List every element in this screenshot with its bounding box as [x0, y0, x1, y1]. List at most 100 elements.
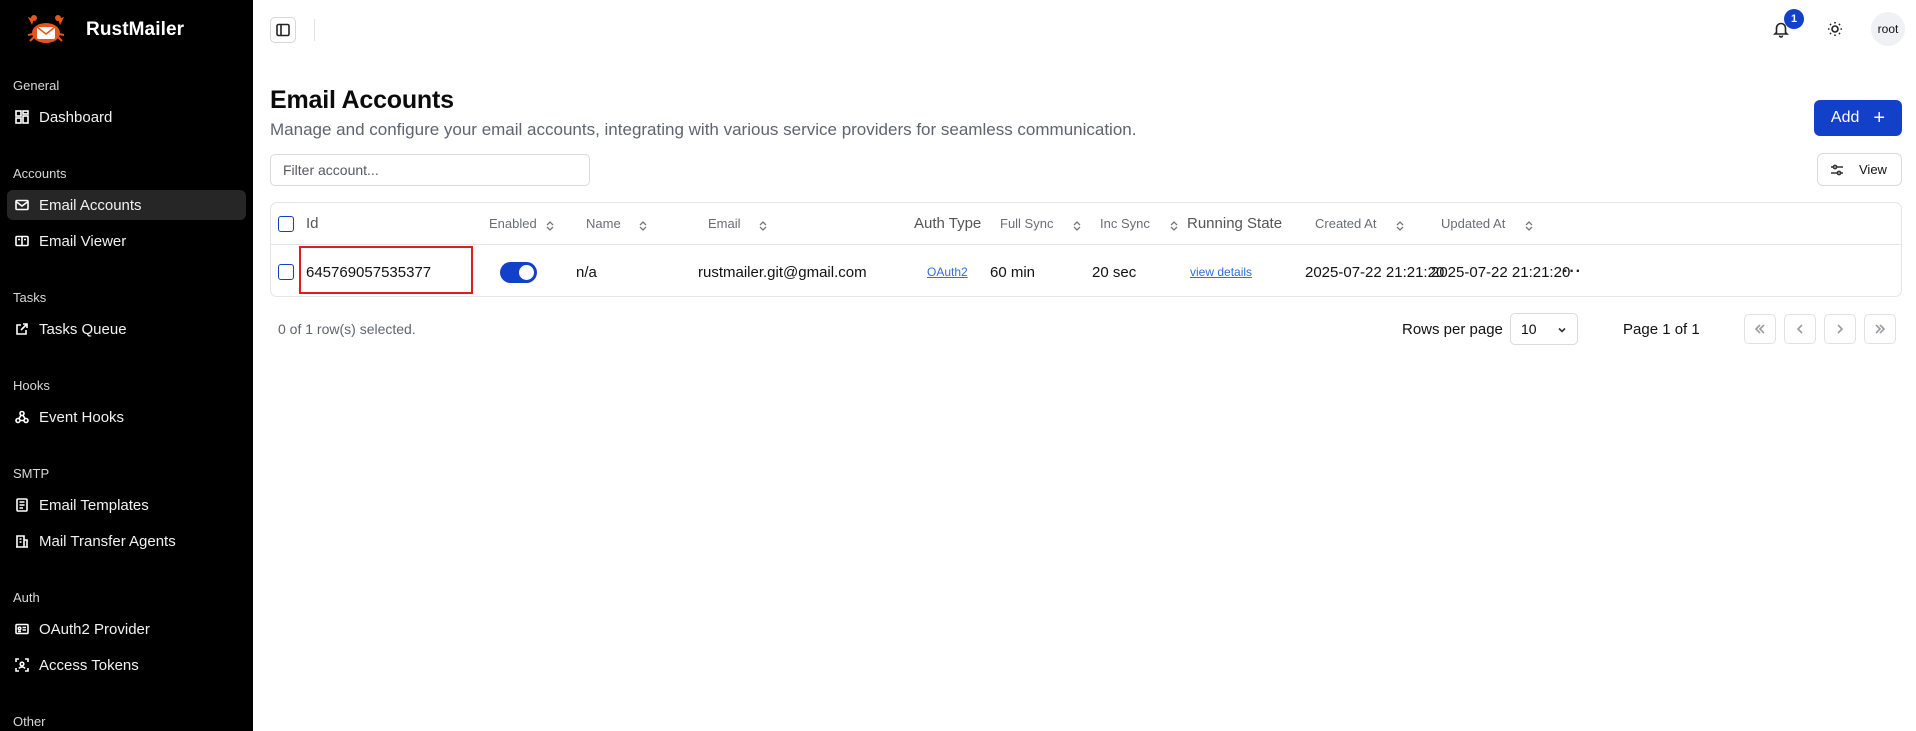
nav-heading: Tasks: [13, 290, 47, 305]
enabled-toggle[interactable]: [500, 246, 537, 296]
sort-icon: [1073, 219, 1081, 231]
sidebar-item-tasks-queue[interactable]: Tasks Queue: [7, 314, 246, 344]
row-actions-more-icon[interactable]: ···: [1563, 246, 1582, 296]
sidebar-item-email-accounts[interactable]: Email Accounts: [7, 190, 246, 220]
column-label: Enabled: [489, 216, 537, 231]
previous-page-button[interactable]: [1784, 314, 1816, 344]
chevrons-left-icon: [1754, 324, 1765, 334]
last-page-button[interactable]: [1864, 314, 1896, 344]
column-header-id[interactable]: Id: [306, 203, 319, 244]
nav-section-tasks: Tasks Tasks Queue: [0, 288, 253, 344]
column-header-created-at[interactable]: Created At: [1315, 203, 1404, 244]
column-header-name[interactable]: Name: [586, 203, 647, 244]
page-info: Page 1 of 1: [1623, 321, 1700, 338]
sidebar-item-oauth2-provider[interactable]: OAuth2 Provider: [7, 614, 246, 644]
first-page-button[interactable]: [1744, 314, 1776, 344]
sort-icon: [1396, 219, 1404, 231]
nav-heading: General: [13, 78, 60, 93]
created-at-value: 2025-07-22 21:21:20: [1305, 263, 1445, 281]
selected-count: 0 of 1 row(s) selected.: [278, 321, 416, 337]
running-state-link[interactable]: view details: [1190, 246, 1252, 296]
chevron-right-icon: [1837, 324, 1844, 334]
column-label: Inc Sync: [1100, 216, 1150, 231]
row-checkbox[interactable]: [278, 246, 294, 296]
inc-sync-value: 20 sec: [1092, 263, 1137, 281]
page-title: Email Accounts: [270, 86, 454, 114]
sidebar-item-mail-transfer-agents[interactable]: Mail Transfer Agents: [7, 526, 246, 556]
chevron-down-icon: [1558, 327, 1566, 333]
add-account-button[interactable]: Add +: [1814, 100, 1902, 136]
nav-section-hooks: Hooks Event Hooks: [0, 376, 253, 432]
sidebar-item-label: Email Viewer: [39, 232, 127, 250]
sidebar-item-event-hooks[interactable]: Event Hooks: [7, 402, 246, 432]
column-header-email[interactable]: Email: [708, 203, 767, 244]
column-label: Updated At: [1441, 216, 1506, 231]
nav-section-smtp: SMTP Email Templates Mail Transfer Agent…: [0, 464, 253, 556]
webhook-icon: [15, 410, 29, 424]
nav-heading: SMTP: [13, 466, 50, 481]
accounts-table: Id Enabled Name Email Auth Type Full Syn…: [270, 202, 1902, 297]
building-icon: [15, 534, 29, 548]
view-button-label: View: [1859, 162, 1887, 177]
table-header: Id Enabled Name Email Auth Type Full Syn…: [271, 203, 1901, 245]
rustmailer-logo-icon: [27, 15, 65, 43]
next-page-button[interactable]: [1824, 314, 1856, 344]
sidebar-item-label: Event Hooks: [39, 408, 125, 426]
sliders-icon: [1831, 164, 1843, 175]
column-label: Full Sync: [1000, 216, 1054, 231]
account-id[interactable]: 645769057535377: [306, 246, 431, 296]
sidebar-item-dashboard[interactable]: Dashboard: [7, 102, 246, 132]
nav-section-general: General Dashboard: [0, 76, 253, 132]
add-button-label: Add: [1830, 109, 1860, 126]
page-subtitle: Manage and configure your email accounts…: [270, 120, 1137, 139]
sidebar-toggle-button[interactable]: [270, 17, 296, 43]
theme-toggle-button[interactable]: [1826, 20, 1844, 38]
filter-account-input[interactable]: [270, 154, 590, 186]
rows-per-page-select[interactable]: 10: [1510, 313, 1578, 345]
sidebar-item-access-tokens[interactable]: Access Tokens: [7, 650, 246, 680]
updated-at-value: 2025-07-22 21:21:20: [1431, 263, 1571, 281]
chevrons-right-icon: [1875, 324, 1886, 334]
rows-per-page-label: Rows per page: [1402, 321, 1503, 338]
topbar: 1 root: [253, 0, 1916, 60]
column-header-updated-at[interactable]: Updated At: [1441, 203, 1533, 244]
brand[interactable]: RustMailer: [26, 12, 184, 48]
auth-type-link[interactable]: OAuth2: [927, 246, 968, 296]
sort-icon: [1170, 219, 1178, 231]
sun-icon: [1828, 22, 1842, 36]
sidebar-item-email-viewer[interactable]: Email Viewer: [7, 226, 246, 256]
mail-icon: [15, 198, 29, 212]
token-scan-icon: [15, 658, 29, 672]
plus-icon: +: [1873, 107, 1886, 129]
full-sync-value: 60 min: [990, 263, 1036, 281]
nav-heading: Hooks: [13, 378, 50, 393]
column-header-enabled[interactable]: Enabled: [489, 203, 554, 244]
sidebar-item-label: Dashboard: [39, 108, 113, 126]
sidebar-item-label: OAuth2 Provider: [39, 620, 150, 638]
sidebar-item-label: Mail Transfer Agents: [39, 532, 176, 550]
sidebar: RustMailer General Dashboard Accounts Em…: [0, 0, 253, 731]
panel-left-icon: [276, 23, 290, 37]
select-all-checkbox[interactable]: [278, 203, 294, 244]
sort-icon: [546, 219, 554, 231]
column-header-running-state: Running State: [1187, 215, 1283, 232]
divider: [314, 19, 315, 41]
sidebar-item-email-templates[interactable]: Email Templates: [7, 490, 246, 520]
brand-name: RustMailer: [86, 19, 185, 40]
table-row: 645769057535377 n/a rustmailer.git@gmail…: [271, 246, 1901, 296]
auth-type-label: OAuth2: [927, 265, 968, 279]
nav-heading: Auth: [13, 590, 40, 605]
column-label: Email: [708, 216, 741, 231]
column-header-full-sync[interactable]: Full Sync: [1000, 203, 1081, 244]
user-avatar[interactable]: root: [1871, 12, 1905, 46]
sort-icon: [639, 219, 647, 231]
column-header-inc-sync[interactable]: Inc Sync: [1100, 203, 1178, 244]
sort-icon: [1525, 219, 1533, 231]
rows-per-page-value: 10: [1521, 321, 1537, 337]
external-link-icon: [15, 322, 29, 336]
chevron-left-icon: [1796, 324, 1803, 334]
sidebar-item-label: Email Templates: [39, 496, 149, 514]
view-options-button[interactable]: View: [1817, 153, 1902, 186]
account-name: n/a: [576, 263, 597, 281]
id-card-icon: [15, 622, 29, 636]
